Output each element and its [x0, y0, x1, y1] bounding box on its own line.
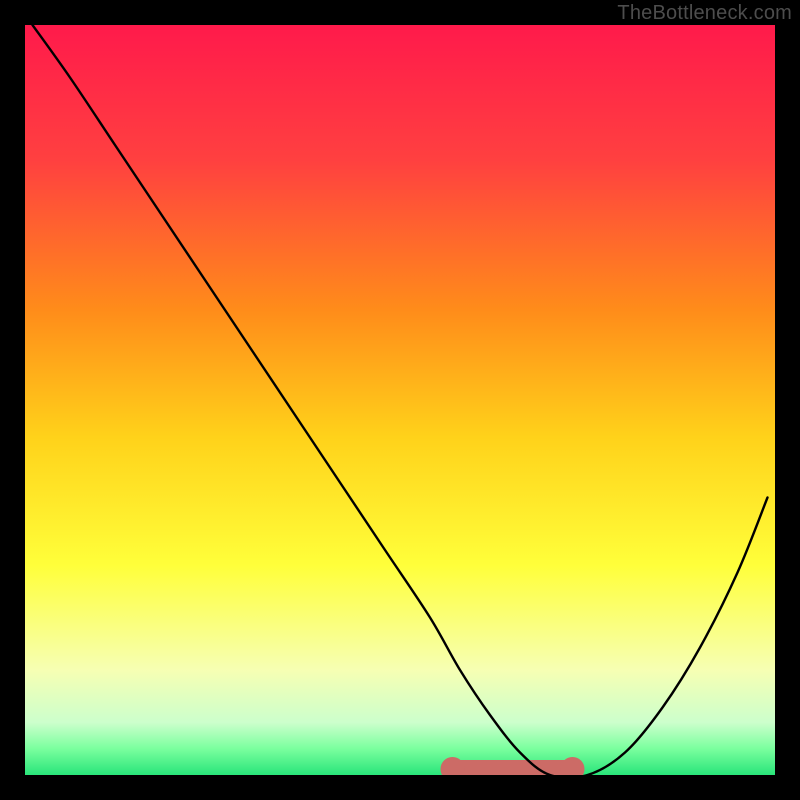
gradient-background: [25, 25, 775, 775]
chart-frame: TheBottleneck.com: [0, 0, 800, 800]
plot-area: [25, 25, 775, 775]
watermark-label: TheBottleneck.com: [617, 2, 792, 25]
chart-svg: [25, 25, 775, 775]
